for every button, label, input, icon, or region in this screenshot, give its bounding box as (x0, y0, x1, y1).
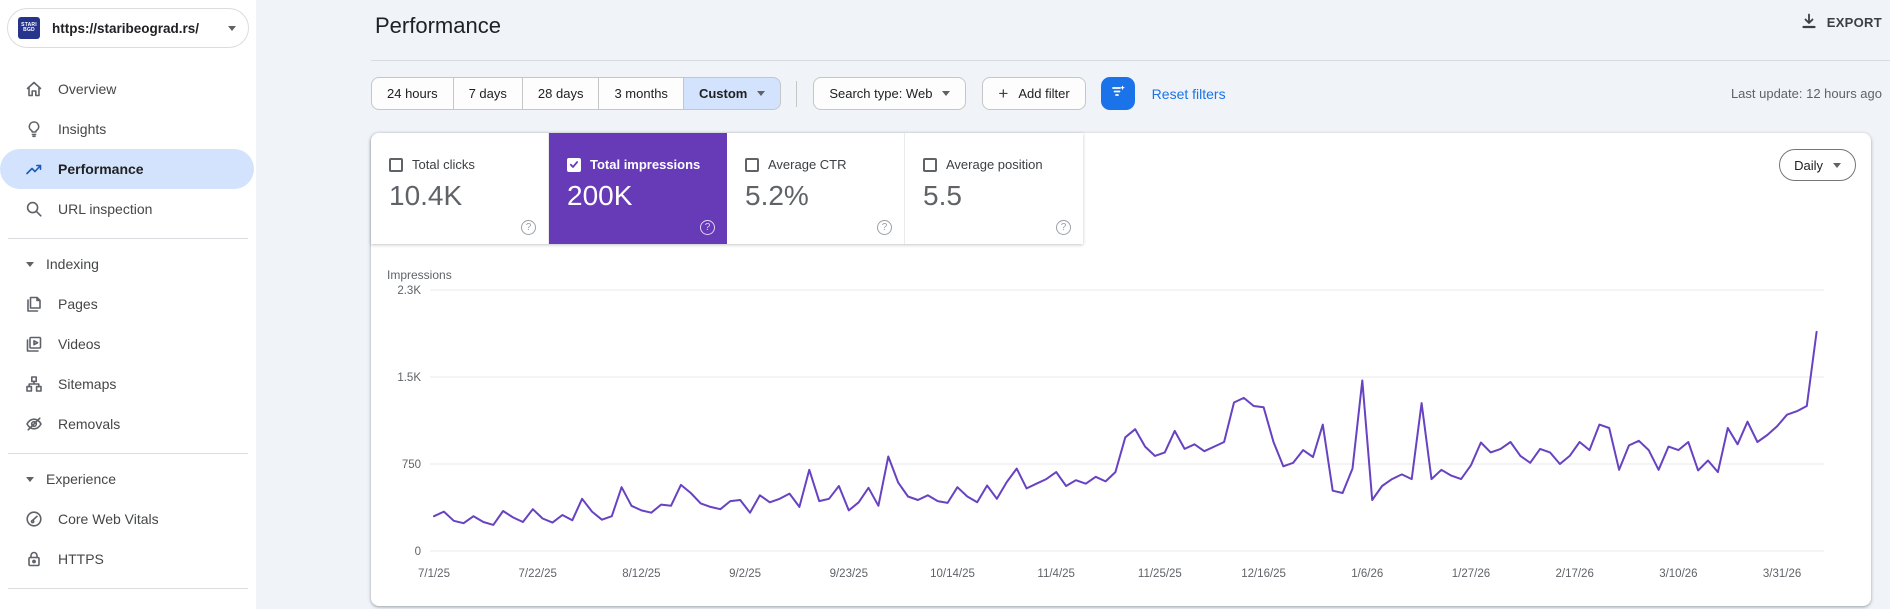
svg-text:1.5K: 1.5K (397, 372, 421, 384)
lightbulb-icon (24, 119, 44, 139)
sidebar-item-label: Performance (58, 161, 144, 177)
section-label: Indexing (46, 256, 99, 272)
main-content: Performance EXPORT 24 hours 7 days 28 da… (256, 0, 1890, 609)
svg-text:7/22/25: 7/22/25 (519, 568, 557, 580)
chevron-down-icon (26, 476, 34, 482)
chevron-down-icon (942, 91, 951, 96)
sidebar-item-label: Core Web Vitals (58, 511, 159, 527)
sidebar-section-experience[interactable]: Experience (0, 463, 256, 495)
property-selector[interactable]: STARI BGD https://staribeograd.rs/ (7, 8, 249, 48)
range-custom[interactable]: Custom (683, 77, 782, 110)
sidebar-divider (8, 588, 248, 589)
filter-separator (796, 80, 798, 107)
header-divider (371, 60, 1890, 61)
sidebar-item-videos[interactable]: Videos (0, 324, 256, 364)
svg-text:8/12/25: 8/12/25 (622, 568, 660, 580)
sidebar-item-label: Insights (58, 121, 107, 137)
sidebar-divider (8, 238, 248, 239)
range-24-hours[interactable]: 24 hours (371, 77, 454, 110)
lock-icon (24, 549, 44, 569)
add-filter-chip[interactable]: + Add filter (982, 77, 1086, 110)
svg-text:10/14/25: 10/14/25 (930, 568, 975, 580)
page-title: Performance (375, 13, 501, 38)
chevron-down-icon (228, 25, 236, 31)
chevron-down-icon (26, 261, 34, 267)
svg-text:1/27/26: 1/27/26 (1452, 568, 1490, 580)
sidebar-item-removals[interactable]: Removals (0, 404, 256, 444)
reset-filters-link[interactable]: Reset filters (1152, 86, 1226, 102)
svg-text:2.3K: 2.3K (397, 285, 421, 297)
svg-text:0: 0 (415, 546, 421, 558)
sidebar-item-label: URL inspection (58, 201, 153, 217)
sidebar-section-indexing[interactable]: Indexing (0, 248, 256, 280)
svg-text:11/25/25: 11/25/25 (1138, 568, 1182, 580)
search-icon (24, 199, 44, 219)
svg-text:3/31/26: 3/31/26 (1763, 568, 1801, 580)
plus-icon: + (998, 83, 1009, 103)
video-icon (24, 334, 44, 354)
download-icon (1800, 12, 1818, 33)
gauge-icon (24, 509, 44, 529)
home-icon (24, 79, 44, 99)
sidebar-item-pages[interactable]: Pages (0, 284, 256, 324)
trending-up-icon (24, 159, 44, 179)
property-url: https://staribeograd.rs/ (52, 20, 200, 36)
pages-icon (24, 294, 44, 314)
eye-off-icon (24, 414, 44, 434)
svg-text:7/1/25: 7/1/25 (418, 568, 450, 580)
section-label: Experience (46, 471, 117, 487)
range-7-days[interactable]: 7 days (453, 77, 523, 110)
sidebar-item-label: Sitemaps (58, 376, 117, 392)
sidebar-item-label: Pages (58, 296, 98, 312)
svg-text:9/23/25: 9/23/25 (830, 568, 868, 580)
sidebar-item-core-web-vitals[interactable]: Core Web Vitals (0, 499, 256, 539)
sidebar-item-url-inspection[interactable]: URL inspection (0, 189, 256, 229)
svg-text:12/16/25: 12/16/25 (1241, 568, 1286, 580)
svg-text:11/4/25: 11/4/25 (1037, 568, 1075, 580)
sidebar-item-label: Removals (58, 416, 121, 432)
sidebar-item-label: Videos (58, 336, 101, 352)
export-label: EXPORT (1826, 15, 1882, 30)
chevron-down-icon (757, 91, 766, 96)
sidebar-item-https[interactable]: HTTPS (0, 539, 256, 579)
sitemap-icon (24, 374, 44, 394)
sidebar-item-label: HTTPS (58, 551, 104, 567)
sidebar: STARI BGD https://staribeograd.rs/ Overvi… (0, 0, 256, 609)
performance-card: Total clicks 10.4K ? Total impressions 2… (371, 133, 1871, 606)
sidebar-item-sitemaps[interactable]: Sitemaps (0, 364, 256, 404)
search-type-chip[interactable]: Search type: Web (813, 77, 967, 110)
sidebar-item-label: Overview (58, 81, 117, 97)
svg-text:2/17/26: 2/17/26 (1555, 568, 1593, 580)
sidebar-item-overview[interactable]: Overview (0, 69, 256, 109)
range-28-days[interactable]: 28 days (522, 77, 600, 110)
svg-text:Impressions: Impressions (387, 268, 452, 282)
filter-view-toggle-button[interactable] (1100, 77, 1135, 110)
svg-text:1/6/26: 1/6/26 (1351, 568, 1383, 580)
range-3-months[interactable]: 3 months (599, 77, 684, 110)
last-update-text: Last update: 12 hours ago (1730, 86, 1882, 101)
filter-sparkle-icon (1109, 82, 1127, 105)
sidebar-divider (8, 453, 248, 454)
svg-text:9/2/25: 9/2/25 (729, 568, 761, 580)
impressions-chart[interactable]: Impressions 0 750 1.5K 2.3K 7/1/25 7/22/25 8/12… (371, 133, 1871, 606)
date-range-selector: 24 hours 7 days 28 days 3 months Custom (371, 77, 782, 110)
svg-text:750: 750 (402, 459, 421, 471)
filter-bar: 24 hours 7 days 28 days 3 months Custom … (371, 77, 1226, 110)
sidebar-item-insights[interactable]: Insights (0, 109, 256, 149)
svg-text:3/10/26: 3/10/26 (1659, 568, 1697, 580)
site-logo: STARI BGD (18, 17, 40, 39)
export-button[interactable]: EXPORT (1800, 12, 1882, 33)
sidebar-item-performance[interactable]: Performance (0, 149, 254, 189)
